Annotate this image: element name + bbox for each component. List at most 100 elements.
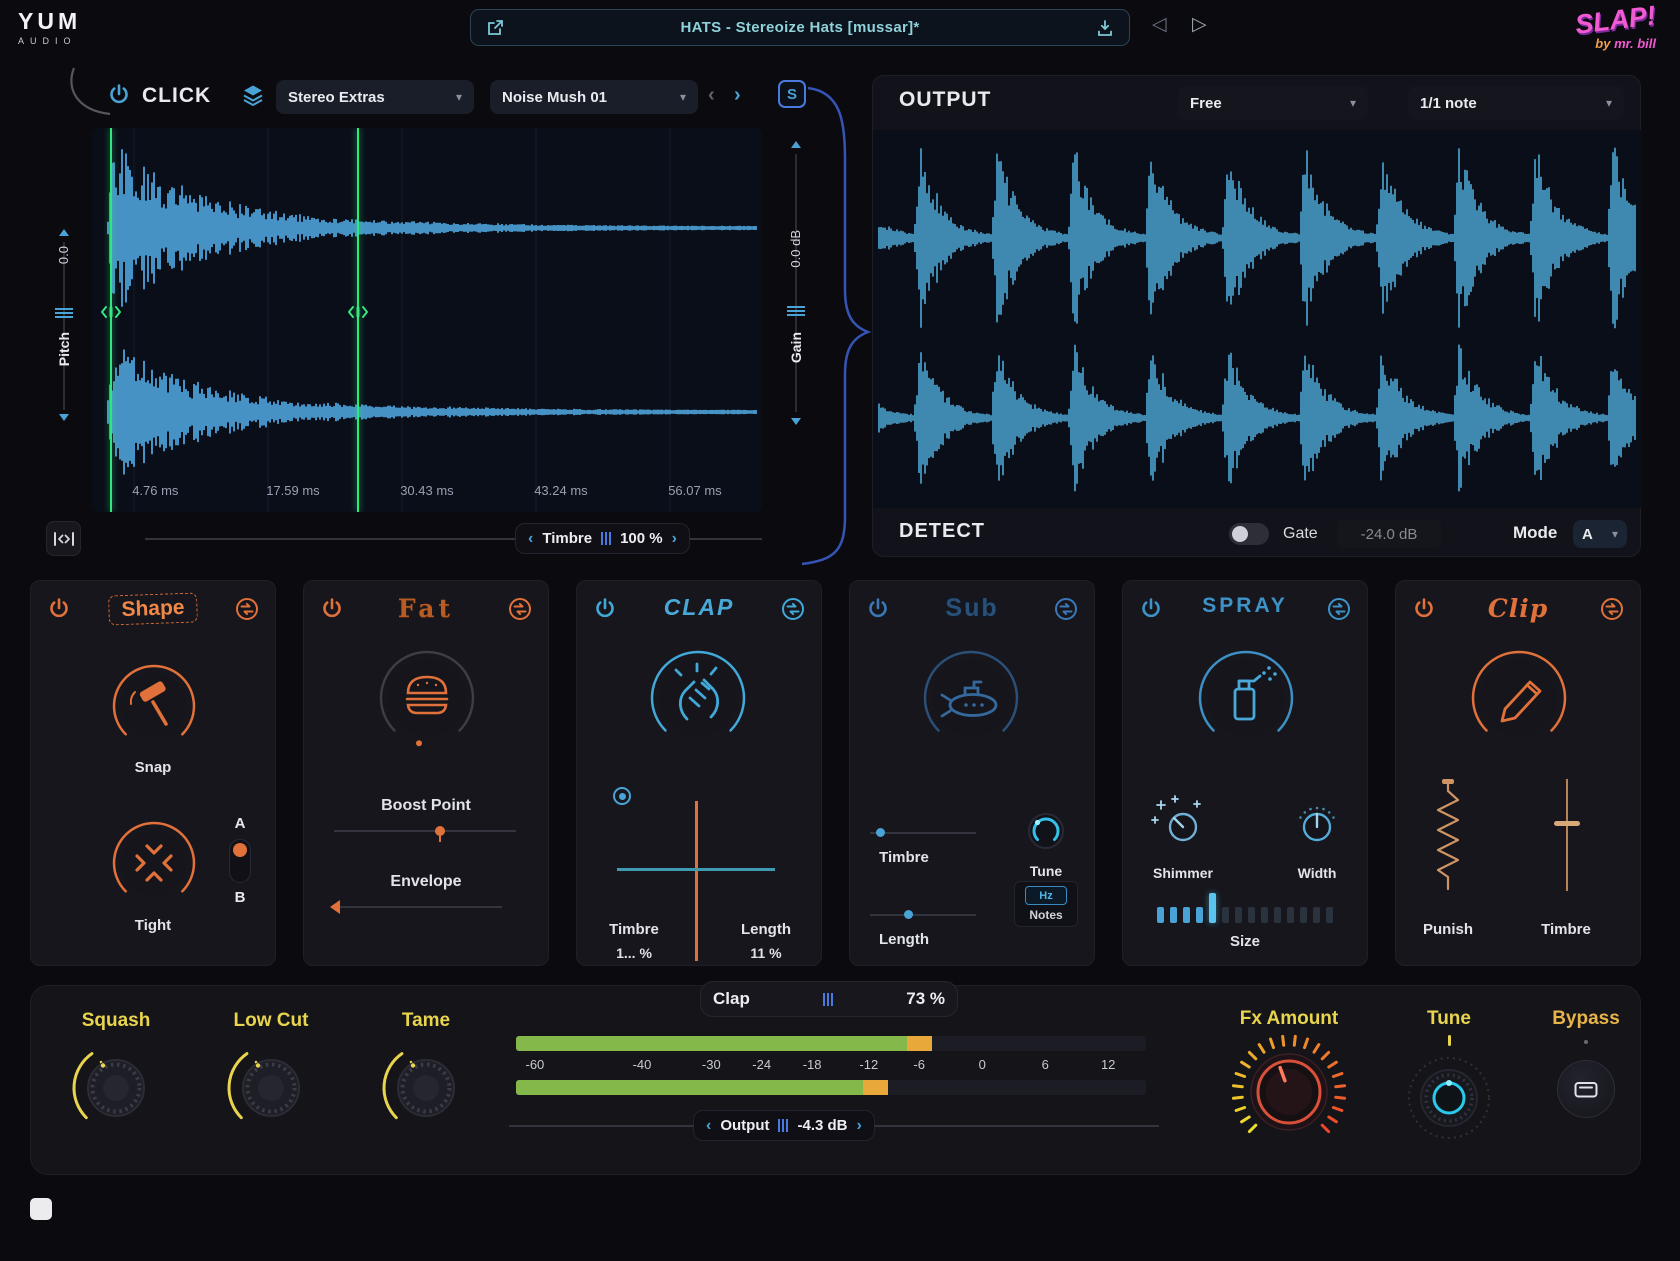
ab-toggle[interactable] bbox=[229, 839, 251, 883]
sub-ab-button[interactable] bbox=[1053, 596, 1079, 622]
corner-button[interactable] bbox=[30, 1198, 52, 1220]
clap-length-axis[interactable] bbox=[695, 801, 698, 961]
sample-select[interactable]: Noise Mush 01 ▾ bbox=[490, 80, 698, 114]
pitch-up-arrow[interactable] bbox=[59, 229, 69, 236]
tune-knob[interactable] bbox=[1399, 1046, 1499, 1146]
clap-power-button[interactable] bbox=[592, 596, 618, 622]
hz-option[interactable]: Hz bbox=[1025, 886, 1067, 905]
size-bar[interactable] bbox=[1274, 907, 1281, 923]
size-bar[interactable] bbox=[1196, 907, 1203, 923]
envelope-handle[interactable] bbox=[330, 900, 340, 914]
prev-sample-button[interactable]: ‹ bbox=[708, 84, 715, 107]
sub-power-button[interactable] bbox=[865, 596, 891, 622]
spray-power-button[interactable] bbox=[1138, 596, 1164, 622]
note-select[interactable]: 1/1 note ▾ bbox=[1408, 86, 1624, 120]
drag-bars-icon[interactable] bbox=[823, 993, 833, 1006]
size-bar[interactable] bbox=[1313, 907, 1320, 923]
size-bar[interactable] bbox=[1326, 907, 1333, 923]
gate-toggle[interactable] bbox=[1229, 523, 1269, 545]
width-knob[interactable] bbox=[1287, 793, 1347, 853]
preset-name[interactable]: HATS - Stereoize Hats [mussar]* bbox=[680, 19, 919, 36]
punish-slider[interactable] bbox=[1428, 777, 1468, 897]
size-bar[interactable] bbox=[1170, 907, 1177, 923]
increment-icon[interactable]: › bbox=[857, 1118, 862, 1134]
clap-timbre-axis[interactable] bbox=[617, 868, 775, 871]
tame-knob[interactable] bbox=[378, 1040, 474, 1136]
sub-length-slider[interactable] bbox=[870, 914, 976, 916]
marker-handle-icon[interactable] bbox=[346, 305, 370, 319]
clip-timbre-handle[interactable] bbox=[1554, 821, 1580, 826]
decrement-icon[interactable]: ‹ bbox=[706, 1118, 711, 1134]
clap-knob[interactable] bbox=[643, 643, 753, 753]
shape-power-button[interactable] bbox=[46, 596, 72, 622]
sub-knob[interactable] bbox=[916, 643, 1026, 753]
click-power-button[interactable] bbox=[106, 82, 132, 108]
preset-bar[interactable]: HATS - Stereoize Hats [mussar]* bbox=[470, 9, 1130, 46]
click-waveform-display[interactable]: 4.76 ms17.59 ms30.43 ms43.24 ms56.07 ms bbox=[92, 128, 762, 512]
output-fader[interactable]: ‹ Output -4.3 dB › bbox=[693, 1110, 875, 1141]
drag-bars-icon[interactable] bbox=[778, 1119, 788, 1132]
share-icon[interactable] bbox=[485, 18, 505, 38]
pitch-handle[interactable] bbox=[55, 308, 73, 320]
size-bar[interactable] bbox=[1287, 907, 1294, 923]
spray-ab-button[interactable] bbox=[1326, 596, 1352, 622]
sub-length-handle[interactable] bbox=[904, 910, 913, 919]
size-bar[interactable] bbox=[1209, 893, 1216, 923]
tight-knob[interactable] bbox=[106, 815, 202, 911]
mode-select[interactable]: A ▾ bbox=[1573, 520, 1627, 548]
size-bar[interactable] bbox=[1235, 907, 1242, 923]
wave-end-marker[interactable] bbox=[357, 128, 359, 512]
fat-ab-button[interactable] bbox=[507, 596, 533, 622]
clip-timbre-slider[interactable] bbox=[1566, 779, 1568, 891]
next-preset-button[interactable]: ▷ bbox=[1192, 15, 1207, 34]
size-bar[interactable] bbox=[1222, 907, 1229, 923]
size-bar[interactable] bbox=[1261, 907, 1268, 923]
fat-knob[interactable] bbox=[372, 643, 482, 753]
output-waveform-display[interactable] bbox=[873, 130, 1642, 508]
boost-point-slider[interactable] bbox=[334, 830, 516, 832]
clap-send-fader[interactable]: Clap 73 % bbox=[700, 981, 958, 1017]
sync-select[interactable]: Free ▾ bbox=[1178, 86, 1368, 120]
clap-ab-button[interactable] bbox=[780, 596, 806, 622]
click-timbre-fader[interactable]: ‹ Timbre 100 % › bbox=[515, 523, 690, 554]
fat-power-button[interactable] bbox=[319, 596, 345, 622]
shimmer-knob[interactable] bbox=[1151, 793, 1211, 853]
sub-timbre-slider[interactable] bbox=[870, 832, 976, 834]
pitch-down-arrow[interactable] bbox=[59, 414, 69, 421]
save-preset-icon[interactable] bbox=[1095, 18, 1115, 38]
bypass-button[interactable] bbox=[1557, 1060, 1615, 1118]
spray-knob[interactable] bbox=[1191, 643, 1301, 753]
sub-tune-knob[interactable] bbox=[1016, 801, 1076, 861]
fx-amount-knob[interactable] bbox=[1227, 1030, 1351, 1154]
wave-start-marker[interactable] bbox=[110, 128, 112, 512]
size-bar[interactable] bbox=[1157, 907, 1164, 923]
gain-slider[interactable] bbox=[795, 154, 797, 412]
decrement-icon[interactable]: ‹ bbox=[528, 531, 533, 547]
sub-unit-switch[interactable]: Hz Notes bbox=[1014, 881, 1078, 927]
sub-timbre-handle[interactable] bbox=[876, 828, 885, 837]
size-bar[interactable] bbox=[1248, 907, 1255, 923]
size-bar[interactable] bbox=[1183, 907, 1190, 923]
shape-ab-button[interactable] bbox=[234, 596, 260, 622]
envelope-slider[interactable] bbox=[334, 906, 502, 908]
layer-select[interactable]: Stereo Extras ▾ bbox=[276, 80, 474, 114]
notes-option[interactable]: Notes bbox=[1029, 908, 1062, 922]
size-bar[interactable] bbox=[1300, 907, 1307, 923]
next-sample-button[interactable]: › bbox=[734, 84, 741, 107]
layers-icon[interactable] bbox=[240, 82, 266, 108]
squash-knob[interactable] bbox=[68, 1040, 164, 1136]
size-control[interactable] bbox=[1157, 891, 1333, 923]
clip-ab-button[interactable] bbox=[1599, 596, 1625, 622]
gate-threshold-field[interactable]: -24.0 dB bbox=[1337, 520, 1441, 548]
drag-bars-icon[interactable] bbox=[601, 532, 611, 545]
clip-power-button[interactable] bbox=[1411, 596, 1437, 622]
marker-handle-icon[interactable] bbox=[99, 305, 123, 319]
increment-icon[interactable]: › bbox=[672, 531, 677, 547]
prev-preset-button[interactable]: ◁ bbox=[1152, 15, 1167, 34]
clip-knob[interactable] bbox=[1464, 643, 1574, 753]
snap-knob[interactable] bbox=[106, 658, 202, 754]
pitch-slider[interactable] bbox=[63, 242, 65, 410]
lowcut-knob[interactable] bbox=[223, 1040, 319, 1136]
clap-mode-radio[interactable] bbox=[613, 787, 631, 805]
expand-button[interactable] bbox=[46, 521, 81, 556]
